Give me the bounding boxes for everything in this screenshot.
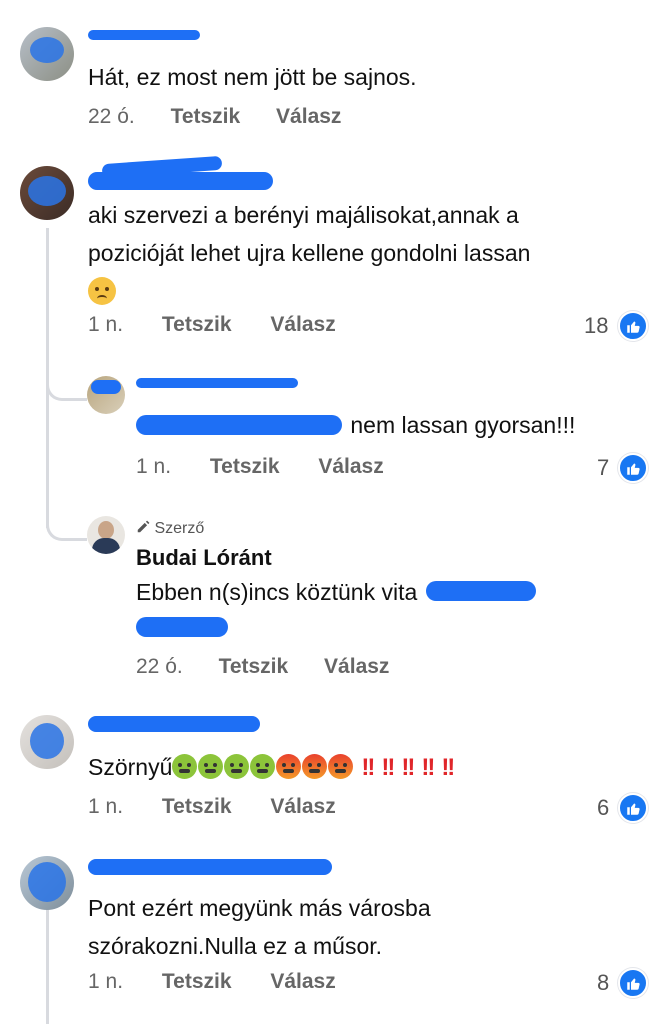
reaction-count[interactable]: 8 [597, 970, 609, 996]
comment-text: nem lassan gyorsan!!! [136, 406, 575, 444]
like-button[interactable]: Tetszik [162, 970, 232, 993]
double-exclamation-icon: !! [421, 754, 435, 781]
like-button[interactable]: Tetszik [219, 655, 289, 678]
thumbs-up-icon[interactable] [618, 793, 648, 823]
avatar[interactable] [20, 856, 74, 910]
author-name[interactable] [88, 712, 268, 736]
avatar[interactable] [20, 715, 74, 769]
author-name[interactable] [88, 855, 338, 879]
comment-text-line: aki szervezi a berényi majálisokat,annak… [88, 202, 519, 228]
timestamp[interactable]: 1 n. [88, 795, 123, 818]
thread-connector [46, 360, 87, 401]
author-name[interactable] [136, 376, 306, 396]
nauseated-face-icon [250, 754, 276, 779]
comment-text-body: nem lassan gyorsan!!! [350, 412, 576, 438]
angry-face-icon [276, 754, 302, 779]
like-button[interactable]: Tetszik [162, 795, 232, 818]
reply-button[interactable]: Válasz [276, 105, 341, 128]
reply-button[interactable]: Válasz [270, 970, 335, 993]
comment-text: Pont ezért megyünk más városba szórakozn… [88, 889, 431, 965]
timestamp[interactable]: 22 ó. [88, 105, 135, 128]
nauseated-face-icon [224, 754, 250, 779]
angry-face-icon [302, 754, 328, 779]
comment-actions: 22 ó. Tetszik Válasz [88, 105, 341, 129]
nauseated-face-icon [198, 754, 224, 779]
timestamp[interactable]: 1 n. [88, 970, 123, 993]
mentioned-name[interactable] [136, 411, 344, 437]
author-name[interactable] [88, 155, 283, 194]
timestamp[interactable]: 1 n. [136, 455, 171, 478]
double-exclamation-icon: !! [361, 754, 375, 781]
author-badge-label: Szerző [154, 520, 205, 537]
pencil-icon [136, 520, 150, 534]
thumbs-up-icon[interactable] [618, 453, 648, 483]
avatar[interactable] [87, 516, 125, 554]
reply-button[interactable]: Válasz [270, 313, 335, 336]
like-button[interactable]: Tetszik [210, 455, 280, 478]
comment-text-line: szórakozni.Nulla ez a műsor. [88, 933, 383, 959]
avatar[interactable] [20, 27, 74, 81]
thread-connector [46, 500, 87, 541]
reaction-count[interactable]: 7 [597, 455, 609, 481]
double-exclamation-icon: !! [401, 754, 415, 781]
comment-actions: 1 n. Tetszik Válasz [88, 313, 336, 337]
comment-text: Hát, ez most nem jött be sajnos. [88, 64, 417, 90]
angry-face-icon [328, 754, 354, 779]
comment-actions: 1 n. Tetszik Válasz [88, 970, 336, 994]
comment-text: Ebben n(s)incs köztünk vita [136, 573, 539, 649]
like-button[interactable]: Tetszik [162, 313, 232, 336]
avatar[interactable] [20, 166, 74, 220]
comment-text-body: Szörnyű [88, 754, 173, 780]
like-button[interactable]: Tetszik [171, 105, 241, 128]
thread-line [46, 908, 49, 1024]
comment-text-line: Pont ezért megyünk más városba [88, 895, 431, 921]
double-exclamation-icon: !! [381, 754, 395, 781]
timestamp[interactable]: 22 ó. [136, 655, 183, 678]
comment-text: Szörnyű!!!!!!!!!! [88, 748, 461, 787]
comment-actions: 1 n. Tetszik Válasz [88, 795, 336, 819]
comment-text-line: pozicióját lehet ujra kellene gondolni l… [88, 240, 531, 266]
author-name[interactable] [88, 26, 208, 46]
author-name[interactable]: Budai Lóránt [136, 545, 272, 571]
mentioned-name[interactable] [424, 579, 539, 603]
thumbs-up-icon[interactable] [618, 968, 648, 998]
thumbs-up-icon[interactable] [618, 311, 648, 341]
timestamp[interactable]: 1 n. [88, 313, 123, 336]
sad-emoji-icon [88, 272, 530, 315]
nauseated-face-icon [172, 754, 198, 779]
comment-actions: 22 ó. Tetszik Válasz [136, 655, 389, 679]
comment-text: aki szervezi a berényi majálisokat,annak… [88, 196, 530, 315]
double-exclamation-icon: !! [441, 754, 455, 781]
reply-button[interactable]: Válasz [270, 795, 335, 818]
reply-button[interactable]: Válasz [318, 455, 383, 478]
reaction-count[interactable]: 6 [597, 795, 609, 821]
reply-button[interactable]: Válasz [324, 655, 389, 678]
avatar[interactable] [87, 376, 125, 414]
comment-text-body: Ebben n(s)incs köztünk vita [136, 579, 418, 605]
author-badge: Szerző [136, 520, 204, 538]
comment-actions: 1 n. Tetszik Válasz [136, 455, 384, 479]
mentioned-name-continued[interactable] [136, 611, 539, 649]
reaction-count[interactable]: 18 [584, 313, 608, 339]
